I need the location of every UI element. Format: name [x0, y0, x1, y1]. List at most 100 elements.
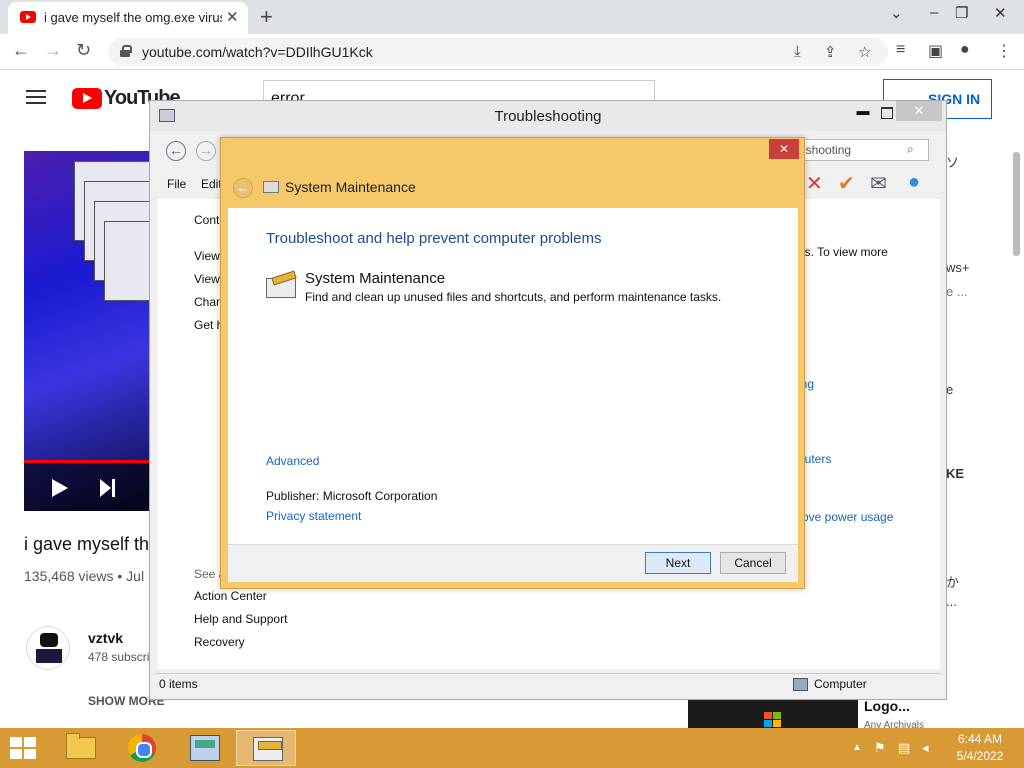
status-location: Computer	[814, 677, 867, 691]
maintenance-icon	[253, 737, 283, 761]
view-count: 135,468 views • Jul	[24, 568, 145, 584]
menu-file[interactable]: File	[167, 177, 186, 191]
control-panel-search[interactable]: eshooting ⌕	[792, 139, 929, 161]
minimize-button[interactable]: –	[930, 4, 938, 21]
play-icon[interactable]	[52, 479, 68, 497]
dialog-title: System Maintenance	[285, 179, 416, 195]
taskbar-chrome[interactable]	[112, 730, 172, 766]
show-hidden-icons-chevron-icon[interactable]: ▲	[852, 742, 862, 753]
recommended-channel: Any Archivals	[864, 720, 925, 728]
advanced-link[interactable]: Advanced	[266, 454, 319, 468]
see-also-recovery[interactable]: Recovery	[194, 635, 245, 649]
recommended-thumbnail[interactable]	[688, 698, 858, 728]
hamburger-menu-icon[interactable]	[26, 90, 46, 104]
clock-time[interactable]: 6:44 AM	[950, 732, 1010, 746]
browser-tab[interactable]: i gave myself the omg.exe virus ( ✕	[8, 2, 248, 34]
search-icon[interactable]: ⌕	[907, 142, 914, 157]
maintenance-icon	[263, 181, 279, 193]
youtube-logo-icon[interactable]	[72, 88, 102, 109]
bookmark-star-icon[interactable]: ☆	[858, 43, 871, 61]
tab-search-icon[interactable]: ⌄	[890, 4, 903, 22]
next-button[interactable]: Next	[645, 552, 711, 574]
start-button[interactable]	[10, 737, 38, 761]
computer-icon	[793, 678, 808, 691]
windows-logo-icon	[764, 712, 782, 728]
globe-icon[interactable]: ●	[908, 171, 920, 194]
tab-title: i gave myself the omg.exe virus (	[44, 10, 222, 25]
reload-icon[interactable]: ↻	[76, 40, 91, 61]
restore-button[interactable]: ❐	[955, 4, 968, 22]
close-button[interactable]: ✕	[896, 101, 942, 121]
forward-arrow-icon[interactable]: →	[44, 40, 62, 61]
clock-date[interactable]: 5/4/2022	[950, 749, 1010, 763]
sidebar-fragment: KE	[946, 466, 965, 481]
browser-toolbar: ← → ↻ youtube.com/watch?v=DDIlhGU1Kck ⤓ …	[0, 34, 1024, 70]
delete-x-icon[interactable]: ✕	[806, 171, 823, 196]
dialog-body: Troubleshoot and help prevent computer p…	[228, 208, 798, 544]
sidebar-fragment: e	[946, 382, 954, 397]
address-bar[interactable]: youtube.com/watch?v=DDIlhGU1Kck ⤓ ⇪ ☆	[108, 38, 888, 66]
network-icon[interactable]: ▤	[898, 740, 910, 756]
action-center-flag-icon[interactable]: ⚑	[874, 740, 886, 756]
channel-name[interactable]: vztvk	[88, 630, 123, 646]
see-also-help-support[interactable]: Help and Support	[194, 612, 287, 626]
dialog-heading: Troubleshoot and help prevent computer p…	[266, 230, 602, 247]
back-arrow-icon[interactable]: ←	[166, 141, 186, 161]
see-also-action-center[interactable]: Action Center	[194, 589, 267, 603]
video-player[interactable]	[24, 151, 150, 511]
control-panel-icon	[190, 735, 220, 761]
cp-description-fragment: ns. To view more	[798, 245, 888, 259]
tab-close-icon[interactable]: ✕	[226, 8, 239, 26]
new-tab-button[interactable]: +	[260, 4, 273, 30]
folder-icon	[66, 733, 96, 759]
page-scrollbar[interactable]	[1013, 152, 1020, 256]
item-count: 0 items	[159, 677, 198, 691]
url-text[interactable]: youtube.com/watch?v=DDIlhGU1Kck	[142, 44, 373, 60]
search-placeholder: eshooting	[799, 143, 852, 157]
system-maintenance-dialog: ✕ ← System Maintenance Troubleshoot and …	[220, 137, 805, 589]
window-title: Troubleshooting	[494, 108, 602, 125]
back-arrow-icon[interactable]: ←	[233, 178, 253, 198]
profile-avatar-icon[interactable]: ●	[960, 41, 970, 59]
forward-arrow-icon[interactable]: →	[196, 141, 216, 161]
task-title: System Maintenance	[305, 270, 446, 287]
video-title: i gave myself the omg.exe virus	[24, 534, 150, 554]
channel-avatar[interactable]	[26, 626, 70, 670]
menu-edit[interactable]: Edit	[201, 177, 222, 191]
cancel-button[interactable]: Cancel	[720, 552, 786, 574]
taskbar-system-maintenance[interactable]	[236, 730, 296, 766]
dialog-footer: Next Cancel	[228, 544, 798, 582]
minimize-button[interactable]: ▬	[846, 101, 880, 123]
cp-task-link[interactable]: rove power usage	[798, 510, 893, 524]
subscriber-count: 478 subscribers	[88, 650, 150, 664]
share-icon[interactable]: ⇪	[824, 43, 837, 61]
windows-taskbar: ▲ ⚑ ▤ ◂ 6:44 AM 5/4/2022	[0, 728, 1024, 768]
window-titlebar[interactable]: Troubleshooting ▬ ✕	[150, 101, 946, 131]
dialog-close-button[interactable]: ✕	[769, 139, 799, 159]
taskbar-control-panel[interactable]	[174, 730, 234, 766]
maintenance-task-icon	[266, 270, 298, 298]
lock-icon[interactable]	[120, 45, 132, 57]
kebab-menu-icon[interactable]: ⋮	[996, 41, 1012, 61]
sidebar-fragment: ws+	[946, 260, 970, 275]
side-panel-icon[interactable]: ▣	[928, 41, 943, 61]
next-video-icon[interactable]	[100, 479, 116, 497]
back-arrow-icon[interactable]: ←	[12, 40, 30, 61]
recommended-title[interactable]: Logo...	[864, 698, 910, 714]
volume-muted-icon[interactable]: ◂	[922, 740, 929, 756]
taskbar-file-explorer[interactable]	[50, 730, 110, 766]
install-icon[interactable]: ⤓	[794, 43, 801, 60]
sidebar-fragment: ...	[946, 594, 957, 609]
chrome-icon	[128, 734, 156, 762]
video-controls	[24, 463, 150, 511]
sidebar-fragment: e ...	[946, 284, 968, 299]
sidebar-fragment: ソ	[946, 155, 960, 170]
media-queue-icon[interactable]: ≡	[896, 41, 905, 59]
maximize-button[interactable]	[878, 101, 896, 123]
close-button[interactable]: ✕	[994, 4, 1007, 22]
sidebar-fragment: か	[946, 575, 960, 590]
privacy-statement-link[interactable]: Privacy statement	[266, 509, 361, 523]
video-frame-window	[104, 221, 150, 301]
envelope-icon[interactable]: ✉	[870, 171, 887, 196]
checkmark-icon[interactable]: ✔	[838, 171, 855, 196]
